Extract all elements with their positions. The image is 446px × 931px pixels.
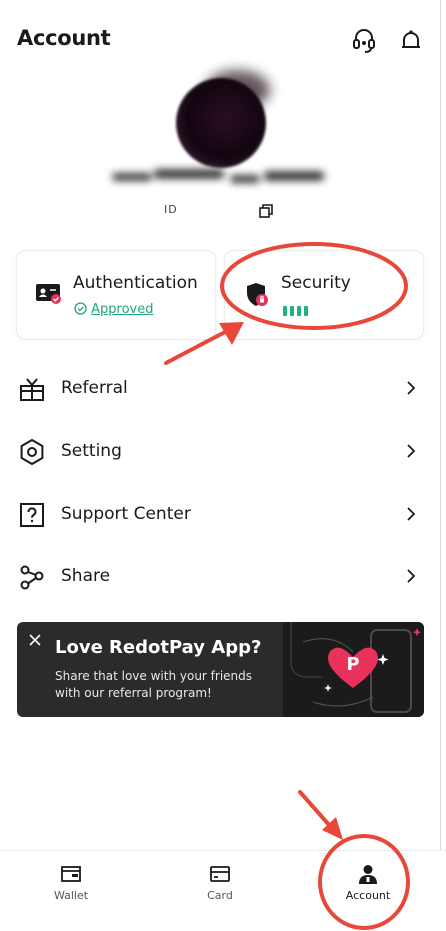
user-id: ID bbox=[164, 203, 178, 216]
heart-logo-illustration: P bbox=[283, 622, 424, 717]
authentication-label: Authentication bbox=[73, 273, 198, 293]
share-nodes-icon bbox=[20, 565, 44, 590]
annotation-arrowhead-account bbox=[322, 817, 343, 840]
card-icon bbox=[210, 866, 230, 882]
tab-label: Card bbox=[207, 889, 233, 902]
menu-item-support-center[interactable]: Support Center bbox=[0, 487, 446, 541]
menu-item-label: Share bbox=[61, 566, 111, 586]
banner-logo-letter: P bbox=[346, 654, 359, 675]
tab-label: Account bbox=[345, 889, 391, 902]
menu-item-label: Support Center bbox=[61, 504, 191, 524]
app-header: Account bbox=[0, 0, 446, 80]
chevron-right-icon bbox=[407, 444, 416, 458]
referral-banner[interactable]: Love RedotPay App? Share that love with … bbox=[17, 622, 424, 717]
tab-label: Wallet bbox=[53, 889, 89, 902]
shield-icon bbox=[247, 283, 268, 306]
strength-bar bbox=[290, 306, 294, 316]
annotation-arrow-account bbox=[298, 790, 332, 828]
bell-icon[interactable] bbox=[399, 28, 423, 54]
username-redacted bbox=[112, 163, 326, 193]
strength-bar bbox=[297, 306, 301, 316]
security-strength-bars bbox=[283, 306, 308, 316]
wallet-icon bbox=[61, 866, 81, 882]
strength-bar bbox=[304, 306, 308, 316]
menu-item-label: Referral bbox=[61, 378, 128, 398]
menu-item-setting[interactable]: Setting bbox=[0, 424, 446, 478]
security-card[interactable]: Security bbox=[224, 250, 424, 340]
tab-account[interactable]: Account bbox=[313, 851, 423, 931]
banner-description: Share that love with your friends with o… bbox=[55, 669, 253, 700]
security-label: Security bbox=[281, 273, 351, 293]
close-icon[interactable] bbox=[29, 634, 41, 646]
tab-wallet[interactable]: Wallet bbox=[16, 851, 126, 931]
strength-bar bbox=[283, 306, 287, 316]
hexagon-settings-icon bbox=[20, 439, 44, 465]
gift-icon bbox=[20, 378, 44, 401]
chevron-right-icon bbox=[407, 381, 416, 395]
copy-icon[interactable] bbox=[258, 203, 274, 219]
avatar[interactable] bbox=[176, 78, 266, 168]
approved-text: Approved bbox=[91, 302, 154, 317]
question-box-icon bbox=[20, 503, 44, 527]
page-title: Account bbox=[17, 26, 111, 50]
chevron-right-icon bbox=[407, 507, 416, 521]
approved-status[interactable]: Approved bbox=[74, 302, 154, 317]
tab-card[interactable]: Card bbox=[165, 851, 275, 931]
banner-title: Love RedotPay App? bbox=[55, 637, 262, 658]
id-card-icon bbox=[36, 284, 61, 304]
menu-item-share[interactable]: Share bbox=[0, 549, 446, 603]
menu-item-label: Setting bbox=[61, 441, 122, 461]
menu-item-referral[interactable]: Referral bbox=[0, 361, 446, 415]
person-icon bbox=[359, 865, 377, 884]
chevron-right-icon bbox=[407, 569, 416, 583]
authentication-card[interactable]: Authentication Approved bbox=[16, 250, 216, 340]
headset-icon[interactable] bbox=[352, 28, 376, 54]
bottom-tab-bar: Wallet Card Account bbox=[0, 850, 446, 931]
check-circle-icon bbox=[74, 302, 87, 315]
